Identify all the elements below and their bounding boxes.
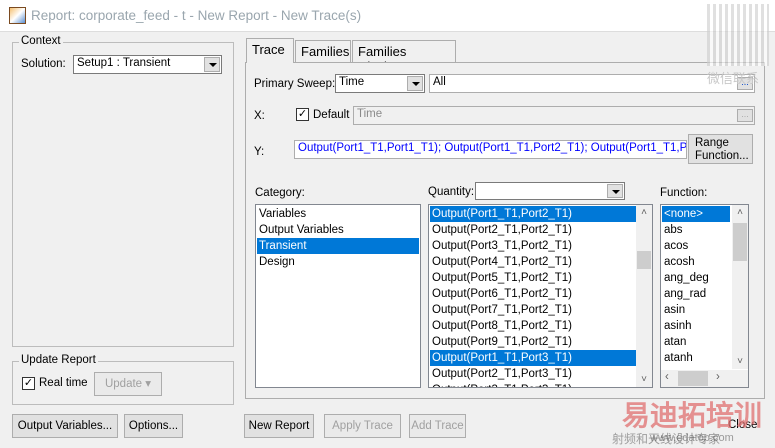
chevron-down-icon [607, 184, 623, 198]
update-button[interactable]: Update ▾ [94, 372, 162, 396]
quantity-item[interactable]: Output(Port2_T1,Port3_T1) [430, 366, 637, 382]
function-list[interactable]: <none> abs acos acosh ang_deg ang_rad asin asin… [660, 204, 749, 388]
function-item[interactable]: asinh [662, 318, 730, 334]
function-item[interactable]: acos [662, 238, 730, 254]
category-list[interactable]: Variables Output Variables Transient Design [255, 204, 421, 388]
function-item[interactable]: atan [662, 334, 730, 350]
function-label: Function: [660, 187, 708, 199]
scroll-up-icon[interactable]: ˄ [732, 207, 748, 218]
quantity-item[interactable]: Output(Port5_T1,Port2_T1) [430, 270, 637, 286]
window-title: Report: corporate_feed - t - New Report … [31, 8, 362, 23]
sweep-range-field[interactable]: All ... [429, 74, 755, 93]
function-item[interactable]: abs [662, 222, 730, 238]
quantity-item[interactable]: Output(Port8_T1,Port2_T1) [430, 318, 637, 334]
quantity-item[interactable]: Output(Port1_T1,Port3_T1) [430, 350, 637, 366]
scroll-down-icon[interactable]: ˅ [732, 356, 748, 367]
y-field[interactable]: Output(Port1_T1,Port1_T1); Output(Port1_… [294, 140, 687, 159]
new-report-button[interactable]: New Report [244, 414, 314, 438]
solution-value: Setup1 : Transient [77, 57, 171, 69]
chevron-down-icon [407, 76, 423, 91]
default-checkbox[interactable]: ✓ [296, 108, 309, 121]
solution-label: Solution: [21, 58, 66, 70]
quantity-item[interactable]: Output(Port3_T1,Port2_T1) [430, 238, 637, 254]
function-item[interactable]: asin [662, 302, 730, 318]
quantity-item[interactable]: Output(Port6_T1,Port2_T1) [430, 286, 637, 302]
context-legend: Context [19, 35, 63, 47]
scroll-left-icon[interactable]: ‹ [665, 371, 669, 383]
function-vscrollbar[interactable]: ˄ ˅ [732, 205, 748, 369]
sweep-range-browse-button[interactable]: ... [737, 77, 753, 90]
tab-families-display[interactable]: Families Display [352, 40, 456, 74]
x-browse-button[interactable]: ... [737, 109, 753, 122]
primary-sweep-value: Time [339, 76, 365, 88]
function-item[interactable]: ang_rad [662, 286, 730, 302]
quantity-item[interactable]: Output(Port4_T1,Port2_T1) [430, 254, 637, 270]
function-hscrollbar[interactable]: ‹ › [661, 370, 748, 387]
realtime-checkbox[interactable]: ✓ [22, 377, 35, 390]
realtime-label: Real time [39, 377, 88, 389]
app-icon [9, 7, 26, 24]
context-group: Context [12, 35, 234, 347]
close-button[interactable]: Close [728, 419, 757, 431]
category-item[interactable]: Variables [257, 206, 419, 222]
update-report-legend: Update Report [19, 354, 98, 366]
category-label: Category: [255, 187, 305, 199]
add-trace-button[interactable]: Add Trace [409, 414, 466, 438]
quantity-label: Quantity: [428, 186, 475, 198]
function-item[interactable]: atanh [662, 350, 730, 366]
quantity-list[interactable]: Output(Port1_T1,Port2_T1) Output(Port2_T1… [428, 204, 653, 388]
chevron-down-icon [204, 57, 220, 72]
default-label: Default [313, 109, 350, 121]
category-item[interactable]: Design [257, 254, 419, 270]
watermark-sub: 射频和天线设计专家 [612, 432, 721, 446]
x-field[interactable]: Time ... [353, 106, 755, 125]
category-item[interactable]: Output Variables [257, 222, 419, 238]
apply-trace-button[interactable]: Apply Trace [324, 414, 401, 438]
function-item[interactable]: acosh [662, 254, 730, 270]
options-button[interactable]: Options... [124, 414, 183, 438]
function-item[interactable]: ang_deg [662, 270, 730, 286]
primary-sweep-label: Primary Sweep: [254, 78, 336, 90]
quantity-item[interactable]: Output(Port1_T1,Port2_T1) [430, 206, 637, 222]
range-function-button[interactable]: Range Function... [688, 134, 753, 164]
quantity-filter-select[interactable] [475, 182, 625, 200]
tab-families[interactable]: Families [295, 40, 351, 62]
solution-select[interactable]: Setup1 : Transient [73, 55, 222, 74]
watermark-url: www.edatop.com [650, 432, 734, 444]
y-label: Y: [254, 146, 265, 158]
quantity-item[interactable]: Output(Port2_T1,Port2_T1) [430, 222, 637, 238]
primary-sweep-select[interactable]: Time [335, 74, 425, 93]
scroll-right-icon[interactable]: › [716, 371, 720, 383]
scroll-thumb[interactable] [637, 251, 651, 269]
quantity-item[interactable]: Output(Port9_T1,Port2_T1) [430, 334, 637, 350]
quantity-item[interactable]: Output(Port7_T1,Port2_T1) [430, 302, 637, 318]
scroll-thumb[interactable] [678, 371, 708, 386]
scroll-down-icon[interactable]: ˅ [636, 374, 652, 385]
function-item[interactable]: <none> [662, 206, 730, 222]
output-variables-button[interactable]: Output Variables... [12, 414, 118, 438]
x-value: Time [357, 108, 383, 120]
category-item[interactable]: Transient [257, 238, 419, 254]
scroll-up-icon[interactable]: ˄ [636, 207, 652, 218]
title-bar: Report: corporate_feed - t - New Report … [0, 0, 775, 32]
x-label: X: [254, 110, 265, 122]
tab-trace[interactable]: Trace [246, 38, 294, 63]
sweep-range-value: All [433, 76, 446, 88]
quantity-scrollbar[interactable]: ˄ ˅ [636, 205, 652, 387]
quantity-item[interactable]: Output(Port3_T1,Port3_T1) [430, 382, 637, 387]
scroll-thumb[interactable] [733, 223, 747, 261]
